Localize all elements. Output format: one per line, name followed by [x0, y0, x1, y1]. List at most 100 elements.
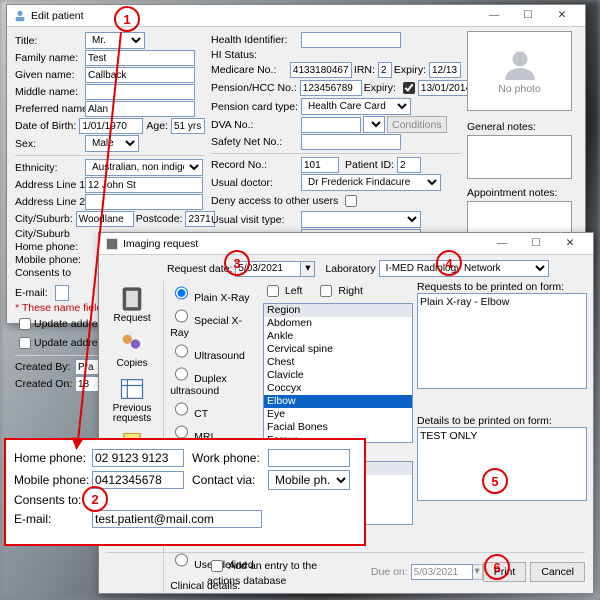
update-address-check1[interactable]	[19, 318, 31, 330]
add-actions-check[interactable]: Add an entry to the actions database	[207, 557, 341, 587]
exp2-input[interactable]	[418, 80, 474, 96]
right-check[interactable]: Right	[316, 282, 362, 300]
exp2-check[interactable]	[403, 82, 415, 94]
gnotes-label: General notes:	[467, 121, 577, 133]
region-item[interactable]: Chest	[264, 356, 412, 369]
city-label: City/Suburb:	[15, 213, 76, 225]
record-label: Record No.:	[211, 159, 301, 171]
callout-6: 6	[484, 554, 510, 580]
irn-input[interactable]	[378, 62, 392, 78]
medicare-input[interactable]	[290, 62, 352, 78]
anotes-label: Appointment notes:	[467, 187, 577, 199]
close-button[interactable]: ✕	[545, 7, 579, 25]
email-input[interactable]	[55, 285, 69, 301]
due-label: Due on:	[371, 566, 411, 578]
ov-contact-label: Contact via:	[192, 473, 268, 487]
modality-ct[interactable]: CT	[170, 398, 259, 420]
dva-input[interactable]	[301, 117, 361, 133]
doctor-select[interactable]: Dr Frederick Findacure	[301, 174, 441, 191]
pension-label: Pension/HCC No.:	[211, 82, 300, 94]
cancel-button[interactable]: Cancel	[530, 562, 585, 582]
record-input[interactable]	[301, 157, 339, 173]
exp1-input[interactable]	[429, 62, 461, 78]
pension-input[interactable]	[300, 80, 362, 96]
createdon-input[interactable]	[75, 376, 99, 392]
ov-email-input[interactable]	[92, 510, 262, 528]
visit-label: Usual visit type:	[211, 214, 301, 226]
homeph-label: Home phone:	[15, 241, 85, 253]
modality-special-x-ray[interactable]: Special X-Ray	[170, 305, 259, 339]
deny-check[interactable]	[345, 195, 357, 207]
consents-label: Consents to	[15, 267, 85, 279]
due-input[interactable]	[411, 564, 473, 580]
ov-contact-select[interactable]: Mobile ph.	[268, 470, 350, 490]
minimize-button[interactable]: —	[477, 7, 511, 25]
city2-label: City/Suburb	[15, 228, 85, 240]
addr2-label: Address Line 2:	[15, 196, 85, 208]
age-input[interactable]	[171, 118, 205, 134]
nav-copies[interactable]: Copies	[105, 328, 159, 371]
preferred-input[interactable]	[85, 101, 195, 117]
sex-select[interactable]: Male	[85, 135, 139, 152]
lab-select[interactable]: I-MED Radiology Network	[379, 260, 549, 277]
requests-form-box[interactable]: Plain X-ray - Elbow	[417, 293, 587, 389]
detform-label: Details to be printed on form:	[417, 415, 587, 427]
ethnicity-select[interactable]: Australian, non indigenous	[85, 159, 203, 176]
title-label: Title:	[15, 35, 85, 47]
city-input[interactable]	[76, 211, 134, 227]
region-item[interactable]: Abdomen	[264, 317, 412, 330]
callout-3: 3	[224, 250, 250, 276]
safety-label: Safety Net No.:	[211, 136, 301, 148]
region-item[interactable]: Facial Bones	[264, 421, 412, 434]
left-check[interactable]: Left	[263, 282, 302, 300]
due-calendar-icon[interactable]: ▾	[473, 564, 483, 580]
given-input[interactable]	[85, 67, 195, 83]
person-icon	[502, 47, 538, 83]
family-input[interactable]	[85, 50, 195, 66]
createdon-label: Created On:	[15, 378, 75, 390]
conditions-button[interactable]: Conditions	[387, 116, 447, 133]
ov-mob-input[interactable]	[92, 471, 184, 489]
safety-input[interactable]	[301, 134, 401, 150]
pid-input[interactable]	[397, 157, 421, 173]
imaging-title: Imaging request	[123, 238, 485, 250]
hid-label: Health Identifier:	[211, 34, 301, 46]
general-notes[interactable]	[467, 135, 572, 179]
title-select[interactable]: Mr.	[85, 32, 145, 49]
ov-mob-label: Mobile phone:	[14, 473, 92, 487]
region-item[interactable]: Coccyx	[264, 382, 412, 395]
region-list[interactable]: Region AbdomenAnkleCervical spineChestCl…	[263, 303, 413, 443]
doctor-label: Usual doctor:	[211, 177, 301, 189]
modality-plain-x-ray[interactable]: Plain X-Ray	[170, 282, 259, 304]
region-item[interactable]: Cervical spine	[264, 343, 412, 356]
dva-select[interactable]	[363, 116, 385, 133]
region-item[interactable]: Eye	[264, 408, 412, 421]
createdby-label: Created By:	[15, 361, 75, 373]
middle-input[interactable]	[85, 84, 195, 100]
nav-previous-requests[interactable]: Previous requests	[105, 373, 159, 426]
maximize-button[interactable]: ☐	[511, 7, 545, 25]
update-address-check2[interactable]	[19, 337, 31, 349]
modality-ultrasound[interactable]: Ultrasound	[170, 340, 259, 362]
imaging-min-button[interactable]: —	[485, 235, 519, 253]
calendar-icon[interactable]: ▾	[301, 261, 315, 277]
visit-select[interactable]	[301, 211, 421, 228]
pcard-select[interactable]: Health Care Card	[301, 98, 411, 115]
dob-label: Date of Birth:	[15, 120, 79, 132]
modality-duplex-ultrasound[interactable]: Duplex ultrasound	[170, 363, 259, 397]
hid-input[interactable]	[301, 32, 401, 48]
postcode-label: Postcode:	[136, 213, 186, 225]
photo-box[interactable]: No photo	[467, 31, 572, 111]
imaging-close-button[interactable]: ✕	[553, 235, 587, 253]
nav-request[interactable]: Request	[105, 283, 159, 326]
region-item[interactable]: Ankle	[264, 330, 412, 343]
region-item[interactable]: Clavicle	[264, 369, 412, 382]
ov-work-input[interactable]	[268, 449, 350, 467]
forms-column: Requests to be printed on form: Plain X-…	[417, 281, 587, 592]
imaging-max-button[interactable]: ☐	[519, 235, 553, 253]
family-label: Family name:	[15, 52, 85, 64]
ov-consents-label: Consents to:	[14, 493, 92, 507]
region-item[interactable]: Elbow	[264, 395, 412, 408]
contact-overlay: Home phone: Work phone: Mobile phone: Co…	[4, 438, 366, 546]
ov-home-input[interactable]	[92, 449, 184, 467]
